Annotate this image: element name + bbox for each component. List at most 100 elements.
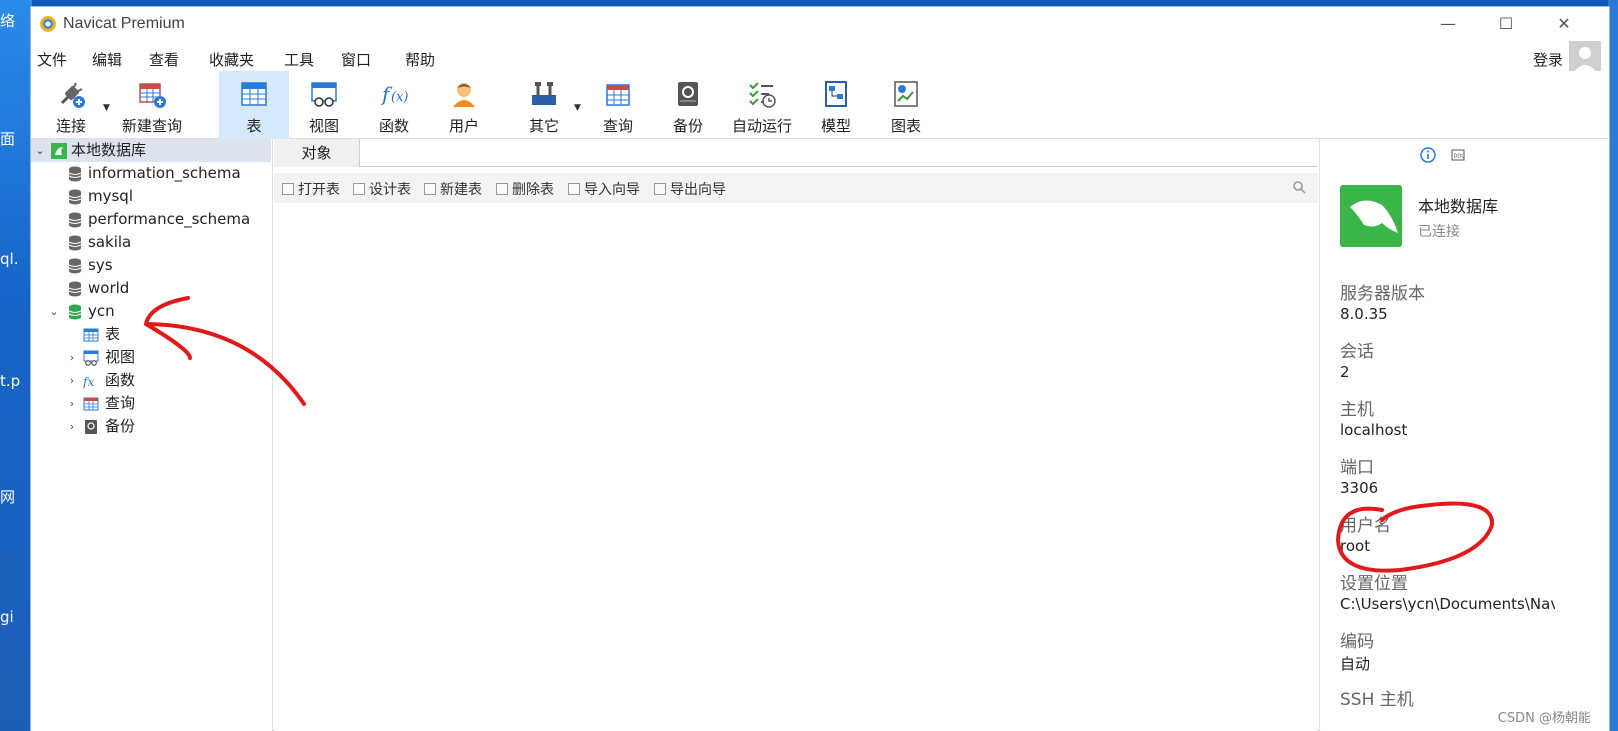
tree-item-label: 查询 bbox=[105, 394, 136, 412]
delete-table-icon bbox=[496, 183, 508, 195]
info-icon[interactable] bbox=[1420, 147, 1436, 163]
tree-item-views[interactable]: › 视图 bbox=[31, 346, 271, 369]
object-list-area[interactable] bbox=[274, 203, 1318, 731]
settings-location-key: 设置位置 bbox=[1340, 574, 1408, 594]
database-icon bbox=[68, 258, 82, 274]
other-dropdown-icon[interactable]: ▼ bbox=[574, 103, 581, 113]
query-label: 查询 bbox=[602, 117, 633, 135]
navigation-tree: ⌄ 本地数据库 information_schema mysql perform… bbox=[31, 139, 273, 731]
menu-edit[interactable]: 编辑 bbox=[92, 49, 122, 70]
menu-window[interactable]: 窗口 bbox=[341, 49, 371, 70]
minimize-icon[interactable]: — bbox=[1437, 13, 1459, 35]
chevron-right-icon[interactable]: › bbox=[65, 369, 79, 392]
tree-db-sys[interactable]: sys bbox=[31, 254, 271, 277]
connection-label: 本地数据库 bbox=[71, 141, 147, 159]
svg-text:fx: fx bbox=[83, 375, 94, 389]
ssh-host-key: SSH 主机 bbox=[1340, 690, 1414, 710]
tree-item-tables[interactable]: 表 bbox=[31, 323, 271, 346]
encoding-value: 自动 bbox=[1340, 655, 1371, 673]
database-open-icon bbox=[68, 304, 82, 320]
tree-db-information-schema[interactable]: information_schema bbox=[31, 162, 271, 185]
tree-db-world[interactable]: world bbox=[31, 277, 271, 300]
server-version-value: 8.0.35 bbox=[1340, 305, 1388, 323]
design-table-icon bbox=[353, 183, 365, 195]
tree-db-sakila[interactable]: sakila bbox=[31, 231, 271, 254]
new-query-button[interactable]: 新建查询 bbox=[115, 71, 189, 139]
function-icon: f (x) bbox=[380, 82, 408, 106]
chevron-right-icon[interactable]: › bbox=[65, 415, 79, 438]
import-wizard-button[interactable]: 导入向导 bbox=[568, 179, 640, 199]
export-wizard-label: 导出向导 bbox=[670, 182, 726, 198]
database-icon bbox=[68, 281, 82, 297]
desktop-fragment: 络 bbox=[0, 12, 16, 30]
new-table-icon bbox=[424, 183, 436, 195]
import-wizard-label: 导入向导 bbox=[584, 182, 640, 198]
chevron-down-icon[interactable]: ⌄ bbox=[47, 300, 61, 323]
view-icon bbox=[83, 350, 99, 366]
navicat-logo-icon bbox=[40, 16, 56, 32]
menu-file[interactable]: 文件 bbox=[37, 49, 67, 70]
backup-icon bbox=[85, 420, 97, 434]
database-icon bbox=[68, 212, 82, 228]
menu-favorites[interactable]: 收藏夹 bbox=[209, 49, 254, 70]
username-key: 用户名 bbox=[1340, 516, 1391, 536]
design-table-button[interactable]: 设计表 bbox=[353, 179, 411, 199]
automation-label: 自动运行 bbox=[731, 117, 792, 135]
connect-dropdown-icon[interactable]: ▼ bbox=[103, 103, 110, 113]
mysql-connection-icon bbox=[51, 143, 67, 159]
tree-db-ycn[interactable]: ⌄ ycn bbox=[31, 300, 271, 323]
export-icon bbox=[654, 183, 666, 195]
connection-status: 已连接 bbox=[1418, 224, 1460, 240]
database-icon bbox=[68, 189, 82, 205]
delete-table-button[interactable]: 删除表 bbox=[496, 179, 554, 199]
tree-db-mysql[interactable]: mysql bbox=[31, 185, 271, 208]
tree-item-label: 表 bbox=[105, 325, 121, 343]
open-table-button[interactable]: 打开表 bbox=[282, 179, 340, 199]
tools-icon bbox=[532, 82, 556, 105]
desktop-fragment: t.p bbox=[0, 372, 21, 390]
view-button[interactable]: 视图 bbox=[289, 71, 359, 139]
ddl-icon[interactable]: DDL bbox=[1450, 147, 1466, 163]
close-icon[interactable]: ✕ bbox=[1553, 13, 1575, 35]
chevron-down-icon[interactable]: ⌄ bbox=[33, 139, 47, 162]
menu-tools[interactable]: 工具 bbox=[284, 49, 314, 70]
chart-icon bbox=[894, 81, 918, 107]
export-wizard-button[interactable]: 导出向导 bbox=[654, 179, 726, 199]
database-label: ycn bbox=[88, 302, 115, 320]
tree-db-performance-schema[interactable]: performance_schema bbox=[31, 208, 271, 231]
avatar-icon[interactable] bbox=[1569, 41, 1601, 73]
menu-bar: 文件 编辑 查看 收藏夹 工具 窗口 帮助 登录 bbox=[31, 41, 1609, 73]
chart-button[interactable]: 图表 bbox=[871, 71, 941, 139]
other-button[interactable]: 其它 bbox=[509, 71, 579, 139]
function-button[interactable]: f (x) 函数 bbox=[359, 71, 429, 139]
maximize-icon[interactable]: ☐ bbox=[1495, 13, 1517, 35]
connect-button[interactable]: 连接 bbox=[41, 71, 101, 139]
chevron-right-icon[interactable]: › bbox=[65, 346, 79, 369]
database-label: mysql bbox=[88, 187, 133, 205]
backup-button[interactable]: 备份 bbox=[653, 71, 723, 139]
menu-help[interactable]: 帮助 bbox=[405, 49, 435, 70]
desktop-fragment: gi bbox=[0, 608, 14, 626]
new-table-button[interactable]: 新建表 bbox=[424, 179, 482, 199]
database-icon bbox=[68, 166, 82, 182]
sessions-value: 2 bbox=[1340, 363, 1350, 381]
tab-objects[interactable]: 对象 bbox=[274, 139, 360, 167]
user-button[interactable]: 用户 bbox=[429, 71, 499, 139]
table-button[interactable]: 表 bbox=[219, 71, 289, 139]
backup-label: 备份 bbox=[672, 117, 703, 135]
svg-text:DDL: DDL bbox=[1454, 154, 1465, 160]
menu-view[interactable]: 查看 bbox=[149, 49, 179, 70]
chevron-right-icon[interactable]: › bbox=[65, 392, 79, 415]
search-icon[interactable] bbox=[1292, 180, 1306, 194]
automation-button[interactable]: 自动运行 bbox=[723, 71, 801, 139]
tree-item-queries[interactable]: › 查询 bbox=[31, 392, 271, 415]
table-label: 表 bbox=[246, 117, 262, 135]
tree-item-functions[interactable]: › fx 函数 bbox=[31, 369, 271, 392]
model-button[interactable]: 模型 bbox=[801, 71, 871, 139]
query-button[interactable]: 查询 bbox=[583, 71, 653, 139]
port-value: 3306 bbox=[1340, 479, 1379, 497]
tree-connection-local[interactable]: ⌄ 本地数据库 bbox=[31, 139, 271, 162]
import-icon bbox=[568, 183, 580, 195]
login-link[interactable]: 登录 bbox=[1533, 49, 1563, 70]
tree-item-backups[interactable]: › 备份 bbox=[31, 415, 271, 438]
